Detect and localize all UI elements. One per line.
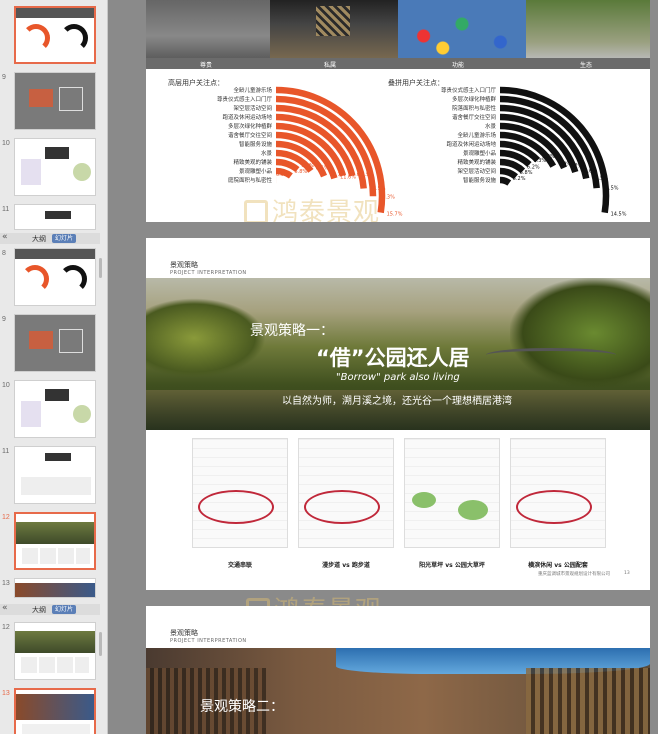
thumbnail-number: 11 — [2, 448, 10, 455]
thumbnail-number: 11 — [2, 206, 10, 213]
outline-toggle-bar[interactable]: « 大纲 幻灯片 — [0, 603, 100, 615]
chart-value-label: 5.2% — [513, 176, 526, 182]
outline-tab[interactable]: 大纲 — [32, 234, 46, 244]
thumbnail-row[interactable] — [0, 6, 100, 66]
thumbnail-number: 10 — [2, 140, 10, 147]
slide-thumbnail[interactable] — [14, 248, 96, 306]
thumbnail-number: 12 — [2, 624, 10, 631]
slide-thumbnail-panel[interactable]: 9 10 11 « 大纲 幻灯片 8 9 10 11 12 13 « 大纲 幻灯… — [0, 0, 108, 734]
thumbnail-row[interactable]: 10 — [0, 380, 100, 440]
thumbnail-number: 10 — [2, 382, 10, 389]
collapse-chevron-icon[interactable]: « — [2, 232, 8, 242]
thumbnail-row[interactable]: 10 — [0, 138, 100, 198]
section-title: 景观策略 — [170, 629, 198, 637]
diagram-caption: 漫步道 vs 跑步道 — [322, 562, 370, 569]
thumbnail-number: 8 — [2, 250, 6, 257]
chart-category-label: 谐舍餐厅交往空间 — [452, 113, 496, 121]
chart-category-label: 景观雕塑小品 — [463, 149, 497, 157]
slide-thumbnail[interactable] — [14, 622, 96, 680]
slide-strategy-two[interactable]: 景观策略 PROJECT INTERPRETATION 景观策略二： — [146, 606, 650, 734]
chart-category-label: 全龄儿童游乐场 — [457, 131, 496, 139]
slide-thumbnail[interactable] — [14, 512, 96, 570]
chart-value-label: 11.5% — [592, 175, 608, 181]
thumbnail-number: 12 — [2, 514, 10, 521]
diagram-traffic — [186, 436, 294, 554]
slides-tab[interactable]: 幻灯片 — [52, 605, 77, 614]
hero-heading: 景观策略二： — [200, 699, 284, 715]
chart-arc-1-10 — [499, 176, 512, 186]
slide-thumbnail[interactable] — [14, 138, 96, 196]
watermark: 鸿泰景观 — [244, 192, 380, 222]
slide-thumbnail[interactable] — [14, 688, 96, 734]
chart-category-label: 院落面积与私密性 — [452, 104, 497, 112]
outline-toggle-bar[interactable]: « 大纲 幻灯片 — [0, 232, 100, 244]
chart-value-label: 10.6% — [581, 168, 597, 174]
slide-thumbnail[interactable] — [14, 6, 96, 64]
diagram-walk-run — [292, 436, 400, 554]
chart-value-label: 8.9% — [558, 161, 571, 167]
slide-thumbnail[interactable] — [14, 380, 96, 438]
hero-description: 以自然为师，溯月溪之境，还光谷一个理想栖居港湾 — [282, 396, 512, 407]
outline-tab[interactable]: 大纲 — [32, 605, 46, 615]
thumbnail-row[interactable]: 9 — [0, 314, 100, 374]
slide-thumbnail[interactable] — [14, 446, 96, 504]
diagram-leisure — [504, 436, 612, 554]
diagram-caption: 阳光草坪 vs 公园大草坪 — [419, 562, 485, 569]
chart-category-label: 尊贵仪式感主入口门厅 — [441, 86, 497, 94]
section-subtitle: PROJECT INTERPRETATION — [170, 638, 247, 644]
slide-survey-charts[interactable]: 尊贵 私属 功能 生态 高层用户关注点： 叠拼用户关注点： 15.7% 全龄儿童游… — [146, 0, 650, 222]
watermark-logo-icon — [244, 200, 268, 222]
hero-title: “借”公园还人居 — [316, 346, 470, 370]
thumbnail-scrollbar[interactable] — [99, 258, 102, 278]
chart-value-label: 12.5% — [603, 186, 619, 192]
hero-subtitle-en: "Borrow" park also living — [336, 372, 460, 383]
chart-value-label: 14.5% — [611, 212, 627, 218]
page-number: 13 — [624, 571, 630, 576]
slides-tab[interactable]: 幻灯片 — [52, 234, 77, 243]
radial-bar-chart-stacked: 14.5% 尊贵仪式感主入口门厅 12.5% 多层次绿化种植群 11.5% 院落面积与私密… — [441, 86, 627, 218]
hero-heading: 景观策略一： — [250, 323, 334, 339]
thumbnail-row[interactable]: 13 — [0, 688, 100, 734]
chart-category-label: 精致美观的铺装 — [457, 158, 496, 166]
hero-photo-architecture: 景观策略二： — [146, 648, 650, 734]
thumbnail-row[interactable]: 8 — [0, 248, 100, 308]
section-title: 景观策略 — [170, 261, 198, 269]
thumbnail-number: 13 — [2, 580, 10, 587]
chart-category-label: 跑道及休闲运动场地 — [446, 140, 496, 148]
chart-category-label: 多层次绿化种植群 — [452, 95, 497, 103]
chart-value-label: 6.3% — [533, 158, 546, 164]
thumbnail-number: 9 — [2, 316, 6, 323]
diagram-caption: 横滨休闲 vs 公园配套 — [528, 562, 588, 569]
thumbnail-row[interactable]: 12 — [0, 512, 100, 572]
collapse-chevron-icon[interactable]: « — [2, 603, 8, 613]
chart-category-label: 水景 — [485, 122, 497, 130]
slide-thumbnail[interactable] — [14, 578, 96, 598]
footer-company: 重庆蓝调城市景观规划设计有限公司 — [538, 572, 610, 577]
slide-thumbnail[interactable] — [14, 314, 96, 372]
slide-strategy-one[interactable]: 景观策略 PROJECT INTERPRETATION 景观策略一： “借”公园… — [146, 238, 650, 590]
thumbnail-number: 9 — [2, 74, 6, 81]
thumbnail-row[interactable]: 12 — [0, 622, 100, 682]
diagram-caption: 交通串联 — [227, 562, 252, 569]
thumbnail-scrollbar[interactable] — [99, 632, 102, 656]
slide-thumbnail[interactable] — [14, 204, 96, 230]
chart-category-label: 架空层活动空间 — [457, 167, 496, 175]
thumbnail-number: 13 — [2, 690, 10, 697]
hero-photo-park: 景观策略一： “借”公园还人居 "Borrow" park also livin… — [146, 278, 650, 430]
slide-thumbnail[interactable] — [14, 72, 96, 130]
section-subtitle: PROJECT INTERPRETATION — [170, 270, 247, 276]
chart-value-label: 9.7% — [570, 163, 583, 169]
diagram-lawn — [398, 436, 506, 554]
chart-category-label: 智能服务设施 — [463, 176, 497, 184]
thumbnail-row[interactable]: 9 — [0, 72, 100, 132]
diagram-row — [146, 436, 650, 560]
thumbnail-row[interactable]: 11 — [0, 446, 100, 506]
